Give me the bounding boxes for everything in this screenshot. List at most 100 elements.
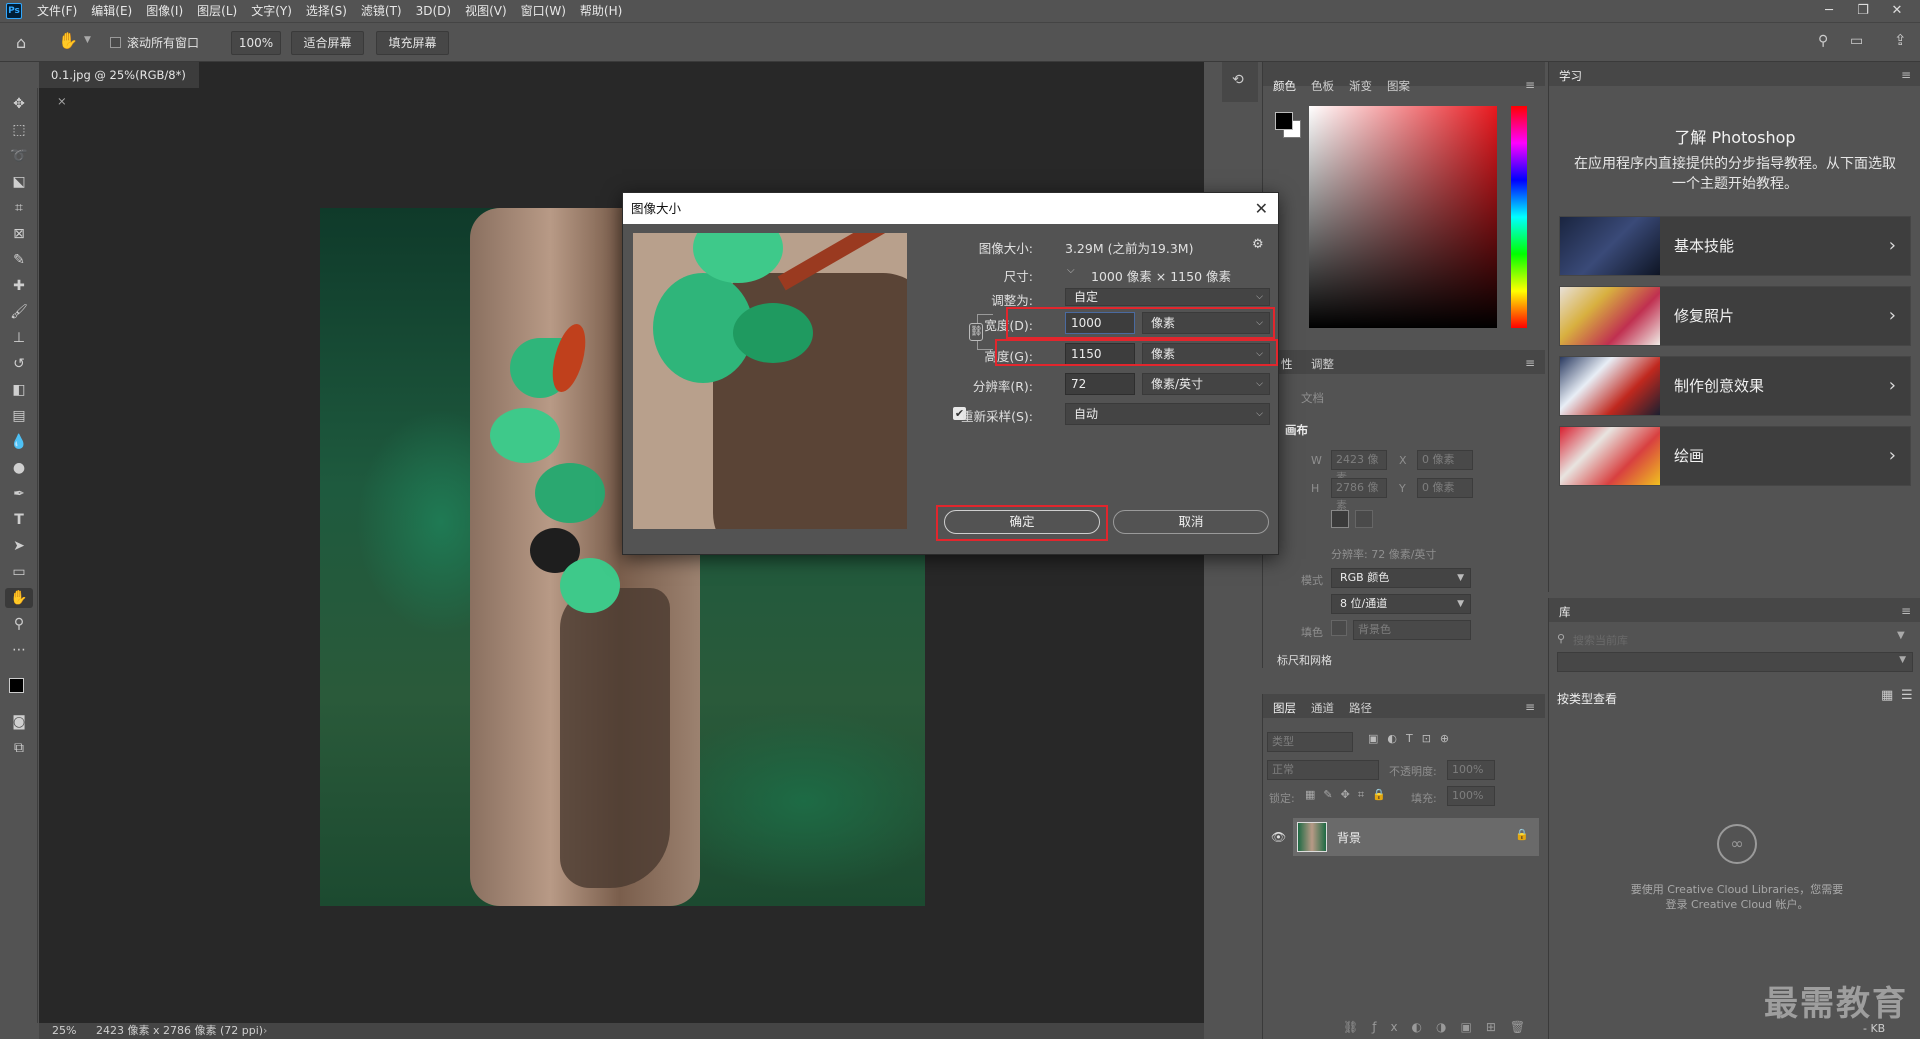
hue-slider[interactable] — [1511, 106, 1527, 328]
menu-window[interactable]: 窗口(W) — [514, 0, 573, 22]
path-select-tool-icon[interactable]: ➤ — [9, 536, 29, 556]
portrait-orientation-icon[interactable] — [1331, 510, 1349, 528]
close-window-icon[interactable]: ✕ — [1880, 0, 1914, 22]
screen-mode-icon[interactable]: ⧉ — [9, 738, 29, 758]
tab-color[interactable]: 颜色 — [1273, 78, 1296, 94]
eyedropper-tool-icon[interactable]: ✎ — [9, 250, 29, 270]
dodge-tool-icon[interactable]: ● — [9, 458, 29, 478]
menu-3d[interactable]: 3D(D) — [409, 0, 458, 22]
quick-select-tool-icon[interactable]: ⬕ — [9, 172, 29, 192]
close-tab-icon[interactable]: × — [57, 94, 67, 108]
chevron-down-icon[interactable]: ▼ — [1897, 630, 1905, 641]
tab-swatches[interactable]: 色板 — [1311, 78, 1334, 94]
opacity-field[interactable]: 100% — [1447, 760, 1495, 780]
tab-patterns[interactable]: 图案 — [1387, 78, 1410, 94]
bit-depth-select[interactable]: 8 位/通道 ▼ — [1331, 594, 1471, 614]
fit-screen-button[interactable]: 适合屏幕 — [291, 31, 364, 55]
layer-row-background[interactable]: 背景 🔒 — [1293, 818, 1539, 856]
canvas-width-field[interactable]: 2423 像素 — [1331, 450, 1387, 484]
visibility-eye-icon[interactable]: 👁 — [1271, 830, 1286, 844]
menu-image[interactable]: 图像(I) — [139, 0, 190, 22]
more-tools-icon[interactable]: ⋯ — [9, 640, 29, 660]
frame-tool-icon[interactable]: ⊠ — [9, 224, 29, 244]
resolution-unit-select[interactable]: 像素/英寸 ⌵ — [1142, 373, 1270, 395]
home-icon[interactable]: ⌂ — [16, 33, 26, 52]
foreground-color-swatch[interactable] — [9, 678, 24, 693]
chevron-down-icon[interactable]: ▼ — [84, 35, 91, 45]
view-by-type-dropdown[interactable]: 按类型查看 — [1557, 690, 1617, 707]
marquee-tool-icon[interactable]: ⬚ — [9, 120, 29, 140]
learn-card-creative-effects[interactable]: 制作创意效果 › — [1559, 356, 1911, 416]
menu-edit[interactable]: 编辑(E) — [84, 0, 139, 22]
list-view-icon[interactable]: ☰ — [1901, 688, 1913, 703]
fill-field[interactable]: 100% — [1447, 786, 1495, 806]
close-icon[interactable]: ✕ — [1255, 193, 1268, 224]
minimize-icon[interactable]: ─ — [1812, 0, 1846, 22]
menu-filter[interactable]: 滤镜(T) — [354, 0, 409, 22]
tab-libraries[interactable]: 库 — [1559, 604, 1571, 620]
resample-select[interactable]: 自动 ⌵ — [1065, 403, 1270, 425]
menu-type[interactable]: 文字(Y) — [244, 0, 299, 22]
lock-icons[interactable]: ▦✎✥⌗🔒 — [1305, 788, 1394, 802]
restore-icon[interactable]: ❐ — [1846, 0, 1880, 22]
panel-menu-icon[interactable]: ≡ — [1525, 700, 1535, 714]
learn-card-basics[interactable]: 基本技能 › — [1559, 216, 1911, 276]
healing-brush-tool-icon[interactable]: ✚ — [9, 276, 29, 296]
fill-color-swatch[interactable] — [1331, 620, 1347, 636]
blend-mode-select[interactable]: 正常 — [1267, 760, 1379, 780]
tab-paths[interactable]: 路径 — [1349, 700, 1372, 716]
hand-tool-active-icon[interactable]: ✋ — [5, 588, 33, 608]
history-panel-icon[interactable]: ⟲ — [1232, 72, 1244, 88]
landscape-orientation-icon[interactable] — [1355, 510, 1373, 528]
chevron-down-icon[interactable]: ⌵ — [1067, 265, 1075, 276]
panel-menu-icon[interactable]: ≡ — [1525, 356, 1535, 370]
image-preview[interactable] — [633, 233, 907, 529]
ruler-grid-section-label[interactable]: 标尺和网格 — [1277, 652, 1332, 668]
pen-tool-icon[interactable]: ✒ — [9, 484, 29, 504]
history-brush-tool-icon[interactable]: ↺ — [9, 354, 29, 374]
tab-properties[interactable]: 性 — [1281, 356, 1293, 372]
quick-mask-icon[interactable]: ◙ — [9, 712, 29, 732]
panel-menu-icon[interactable]: ≡ — [1901, 68, 1911, 82]
canvas-y-field[interactable]: 0 像素 — [1417, 478, 1473, 498]
panel-menu-icon[interactable]: ≡ — [1901, 604, 1911, 618]
search-icon[interactable]: ⚲ — [1818, 33, 1828, 49]
zoom-tool-icon[interactable]: ⚲ — [9, 614, 29, 634]
hand-tool-icon[interactable]: ✋ — [58, 31, 78, 50]
cancel-button[interactable]: 取消 — [1113, 510, 1269, 534]
menu-layer[interactable]: 图层(L) — [190, 0, 244, 22]
layer-filter-icons[interactable]: ▣◐T⊡⊕ — [1368, 732, 1458, 745]
library-search-input[interactable]: 搜索当前库 — [1573, 632, 1628, 648]
lasso-tool-icon[interactable]: ➰ — [9, 146, 29, 166]
zoom-100-button[interactable]: 100% — [231, 31, 281, 55]
fill-select[interactable]: 背景色 — [1353, 620, 1471, 640]
brush-tool-icon[interactable]: 🖌 — [9, 302, 29, 322]
blur-tool-icon[interactable]: 💧 — [9, 432, 29, 452]
menu-file[interactable]: 文件(F) — [30, 0, 84, 22]
document-tab[interactable]: 0.1.jpg @ 25%(RGB/8*) × — [39, 62, 199, 108]
gradient-tool-icon[interactable]: ▤ — [9, 406, 29, 426]
canvas-x-field[interactable]: 0 像素 — [1417, 450, 1473, 470]
color-foreground-swatch[interactable] — [1275, 112, 1293, 130]
status-zoom[interactable]: 25% — [52, 1023, 76, 1039]
grid-view-icon[interactable]: ▦ — [1881, 688, 1893, 703]
layer-footer-icons[interactable]: ⛓ƒx◐◑▣⊞🗑 — [1343, 1020, 1539, 1034]
scroll-all-checkbox[interactable] — [110, 37, 121, 48]
learn-card-fix-photos[interactable]: 修复照片 › — [1559, 286, 1911, 346]
canvas-height-field[interactable]: 2786 像素 — [1331, 478, 1387, 512]
crop-tool-icon[interactable]: ⌗ — [9, 198, 29, 218]
menu-help[interactable]: 帮助(H) — [573, 0, 629, 22]
clone-stamp-tool-icon[interactable]: ⊥ — [9, 328, 29, 348]
tab-channels[interactable]: 通道 — [1311, 700, 1334, 716]
workspace-icon[interactable]: ▭ — [1850, 33, 1863, 49]
tab-gradients[interactable]: 渐变 — [1349, 78, 1372, 94]
panel-menu-icon[interactable]: ≡ — [1525, 78, 1535, 92]
share-icon[interactable]: ⇪ — [1894, 31, 1907, 49]
color-picker-field[interactable] — [1309, 106, 1497, 328]
fill-screen-button[interactable]: 填充屏幕 — [376, 31, 449, 55]
layer-name[interactable]: 背景 — [1337, 829, 1361, 846]
type-tool-icon[interactable]: T — [9, 510, 29, 530]
eraser-tool-icon[interactable]: ◧ — [9, 380, 29, 400]
color-mode-select[interactable]: RGB 颜色 ▼ — [1331, 568, 1471, 588]
chevron-right-icon[interactable]: › — [263, 1023, 267, 1039]
